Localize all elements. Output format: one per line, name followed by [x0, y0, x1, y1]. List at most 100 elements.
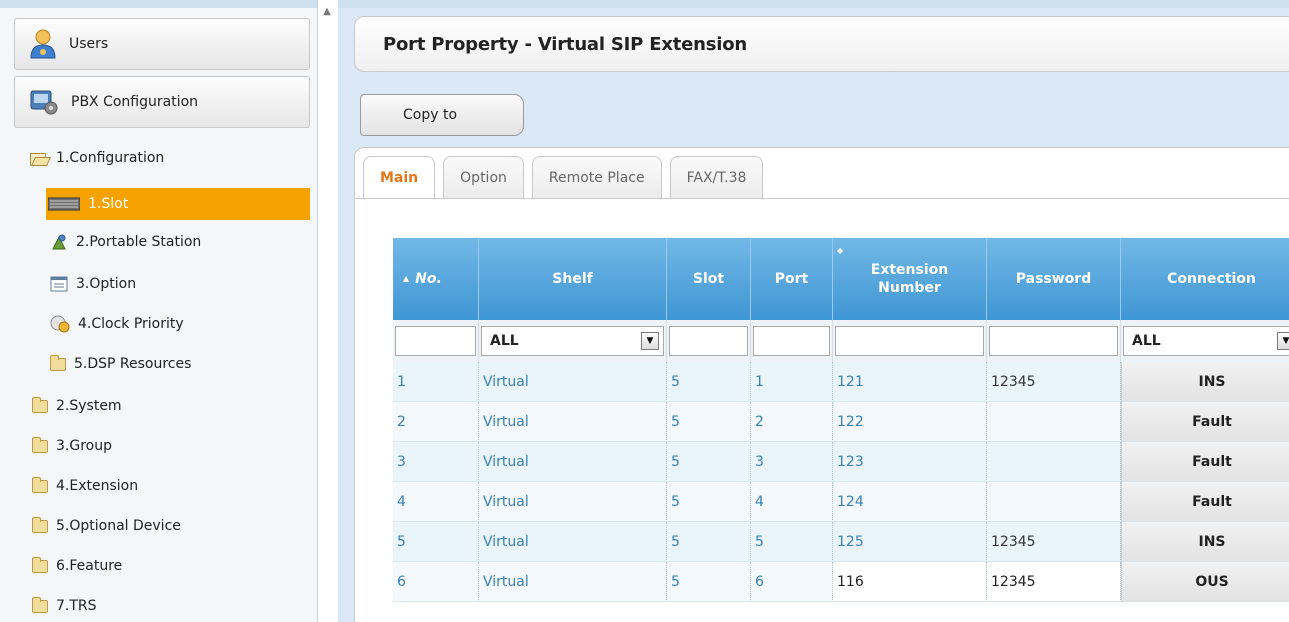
cell-no: 6: [393, 562, 479, 602]
cell-slot: 5: [667, 362, 751, 402]
table-row[interactable]: 4 Virtual 5 4 124 Fault: [393, 482, 1289, 522]
filter-slot-input[interactable]: [669, 326, 748, 356]
cell-extension-number[interactable]: 125: [833, 522, 987, 562]
tree-item-label: 5.DSP Resources: [74, 356, 192, 372]
tree-item-feature[interactable]: 6.Feature: [32, 550, 310, 582]
users-button[interactable]: Users: [14, 18, 310, 70]
cell-no: 3: [393, 442, 479, 482]
cell-shelf: Virtual: [479, 402, 667, 442]
tree-item-label: 1.Configuration: [56, 150, 165, 166]
sidebar-scrollbar[interactable]: [320, 0, 338, 622]
folder-icon: [50, 354, 66, 371]
cell-slot: 5: [667, 522, 751, 562]
cell-no: 1: [393, 362, 479, 402]
tree-item-trs[interactable]: 7.TRS: [32, 590, 310, 622]
cell-extension-number[interactable]: 124: [833, 482, 987, 522]
table-row[interactable]: 1 Virtual 5 1 121 12345 INS: [393, 362, 1289, 402]
cell-password[interactable]: 12345: [987, 522, 1121, 562]
tree-item-label: 2.Portable Station: [76, 234, 202, 250]
grid-header: ▲ No. Shelf Slot Port ◆ Extension Number…: [393, 238, 1289, 320]
cell-slot: 5: [667, 482, 751, 522]
tab-fax-t38[interactable]: FAX/T.38: [669, 156, 764, 198]
table-row[interactable]: 6 Virtual 5 6 116 12345 OUS: [393, 562, 1289, 602]
header-shelf[interactable]: Shelf: [479, 238, 667, 320]
chevron-down-icon[interactable]: ▼: [641, 332, 659, 350]
tree-item-group[interactable]: 3.Group: [32, 430, 310, 462]
tree-item-dsp-resources[interactable]: 5.DSP Resources: [50, 348, 310, 380]
chevron-down-icon[interactable]: ▼: [1277, 332, 1289, 350]
folder-icon: [32, 596, 48, 613]
header-connection[interactable]: Connection: [1121, 238, 1289, 320]
tree-item-label: 1.Slot: [88, 196, 129, 212]
tree-item-label: 3.Option: [76, 276, 137, 292]
tab-bar: Main Option Remote Place FAX/T.38: [363, 156, 764, 199]
cell-password[interactable]: [987, 482, 1121, 522]
folder-open-icon: [30, 152, 48, 166]
tree-item-option[interactable]: 3.Option: [50, 268, 310, 300]
cell-no: 5: [393, 522, 479, 562]
tree-item-extension[interactable]: 4.Extension: [32, 470, 310, 502]
cell-slot: 5: [667, 562, 751, 602]
tree-item-label: 7.TRS: [56, 598, 97, 614]
cell-connection[interactable]: INS: [1121, 362, 1289, 402]
cell-connection[interactable]: Fault: [1121, 402, 1289, 442]
cell-connection[interactable]: INS: [1121, 522, 1289, 562]
table-row[interactable]: 3 Virtual 5 3 123 Fault: [393, 442, 1289, 482]
folder-icon: [32, 436, 48, 453]
table-row[interactable]: 5 Virtual 5 5 125 12345 INS: [393, 522, 1289, 562]
filter-shelf-select[interactable]: ALL ▼: [481, 326, 664, 356]
header-port[interactable]: Port: [751, 238, 833, 320]
header-password[interactable]: Password: [987, 238, 1121, 320]
cell-extension-number[interactable]: 122: [833, 402, 987, 442]
cell-connection[interactable]: Fault: [1121, 442, 1289, 482]
pbx-configuration-button[interactable]: PBX Configuration: [14, 76, 310, 128]
tree-item-label: 4.Extension: [56, 478, 139, 494]
tree-item-configuration[interactable]: 1.Configuration: [30, 142, 310, 174]
folder-icon: [32, 476, 48, 493]
folder-icon: [32, 516, 48, 533]
filter-connection-select[interactable]: ALL ▼: [1123, 326, 1289, 356]
tree-item-clock-priority[interactable]: 4.Clock Priority: [50, 308, 310, 340]
tree-item-optional-device[interactable]: 5.Optional Device: [32, 510, 310, 542]
filter-extension-input[interactable]: [835, 326, 984, 356]
tab-divider: [355, 198, 1289, 199]
cell-no: 4: [393, 482, 479, 522]
copy-to-button[interactable]: Copy to: [360, 94, 524, 136]
cell-connection[interactable]: OUS: [1121, 562, 1289, 602]
tree-item-portable-station[interactable]: 2.Portable Station: [50, 226, 310, 258]
header-slot[interactable]: Slot: [667, 238, 751, 320]
users-icon: [30, 29, 56, 59]
sort-toggle-icon: ◆: [837, 246, 844, 255]
cell-extension-number[interactable]: 121: [833, 362, 987, 402]
table-row[interactable]: 2 Virtual 5 2 122 Fault: [393, 402, 1289, 442]
cell-shelf: Virtual: [479, 562, 667, 602]
tree-item-label: 2.System: [56, 398, 122, 414]
filter-port-input[interactable]: [753, 326, 830, 356]
filter-no-input[interactable]: [395, 326, 476, 356]
filter-shelf-value: ALL: [490, 333, 519, 349]
tree-item-slot[interactable]: 1.Slot: [46, 188, 310, 220]
tab-panel: Main Option Remote Place FAX/T.38 ▲ No. …: [354, 147, 1289, 622]
cell-password[interactable]: [987, 402, 1121, 442]
tab-option[interactable]: Option: [443, 156, 524, 198]
scroll-up-arrow-icon[interactable]: ▲: [320, 6, 334, 20]
cell-password[interactable]: [987, 442, 1121, 482]
cell-connection[interactable]: Fault: [1121, 482, 1289, 522]
cell-slot: 5: [667, 402, 751, 442]
title-bar: Port Property - Virtual SIP Extension: [354, 16, 1289, 72]
cell-shelf: Virtual: [479, 442, 667, 482]
cell-port: 4: [751, 482, 833, 522]
cell-password[interactable]: 12345: [987, 562, 1121, 602]
cell-extension-number[interactable]: 123: [833, 442, 987, 482]
header-extension-label: Extension Number: [871, 261, 948, 297]
cell-extension-number[interactable]: 116: [833, 562, 987, 602]
header-no[interactable]: ▲ No.: [393, 238, 479, 320]
tab-remote-place[interactable]: Remote Place: [531, 156, 662, 198]
folder-icon: [32, 396, 48, 413]
header-extension-number[interactable]: ◆ Extension Number: [833, 238, 987, 320]
cell-password[interactable]: 12345: [987, 362, 1121, 402]
filter-password-input[interactable]: [989, 326, 1118, 356]
cell-port: 5: [751, 522, 833, 562]
tree-item-system[interactable]: 2.System: [32, 390, 310, 422]
tab-main[interactable]: Main: [363, 156, 436, 199]
